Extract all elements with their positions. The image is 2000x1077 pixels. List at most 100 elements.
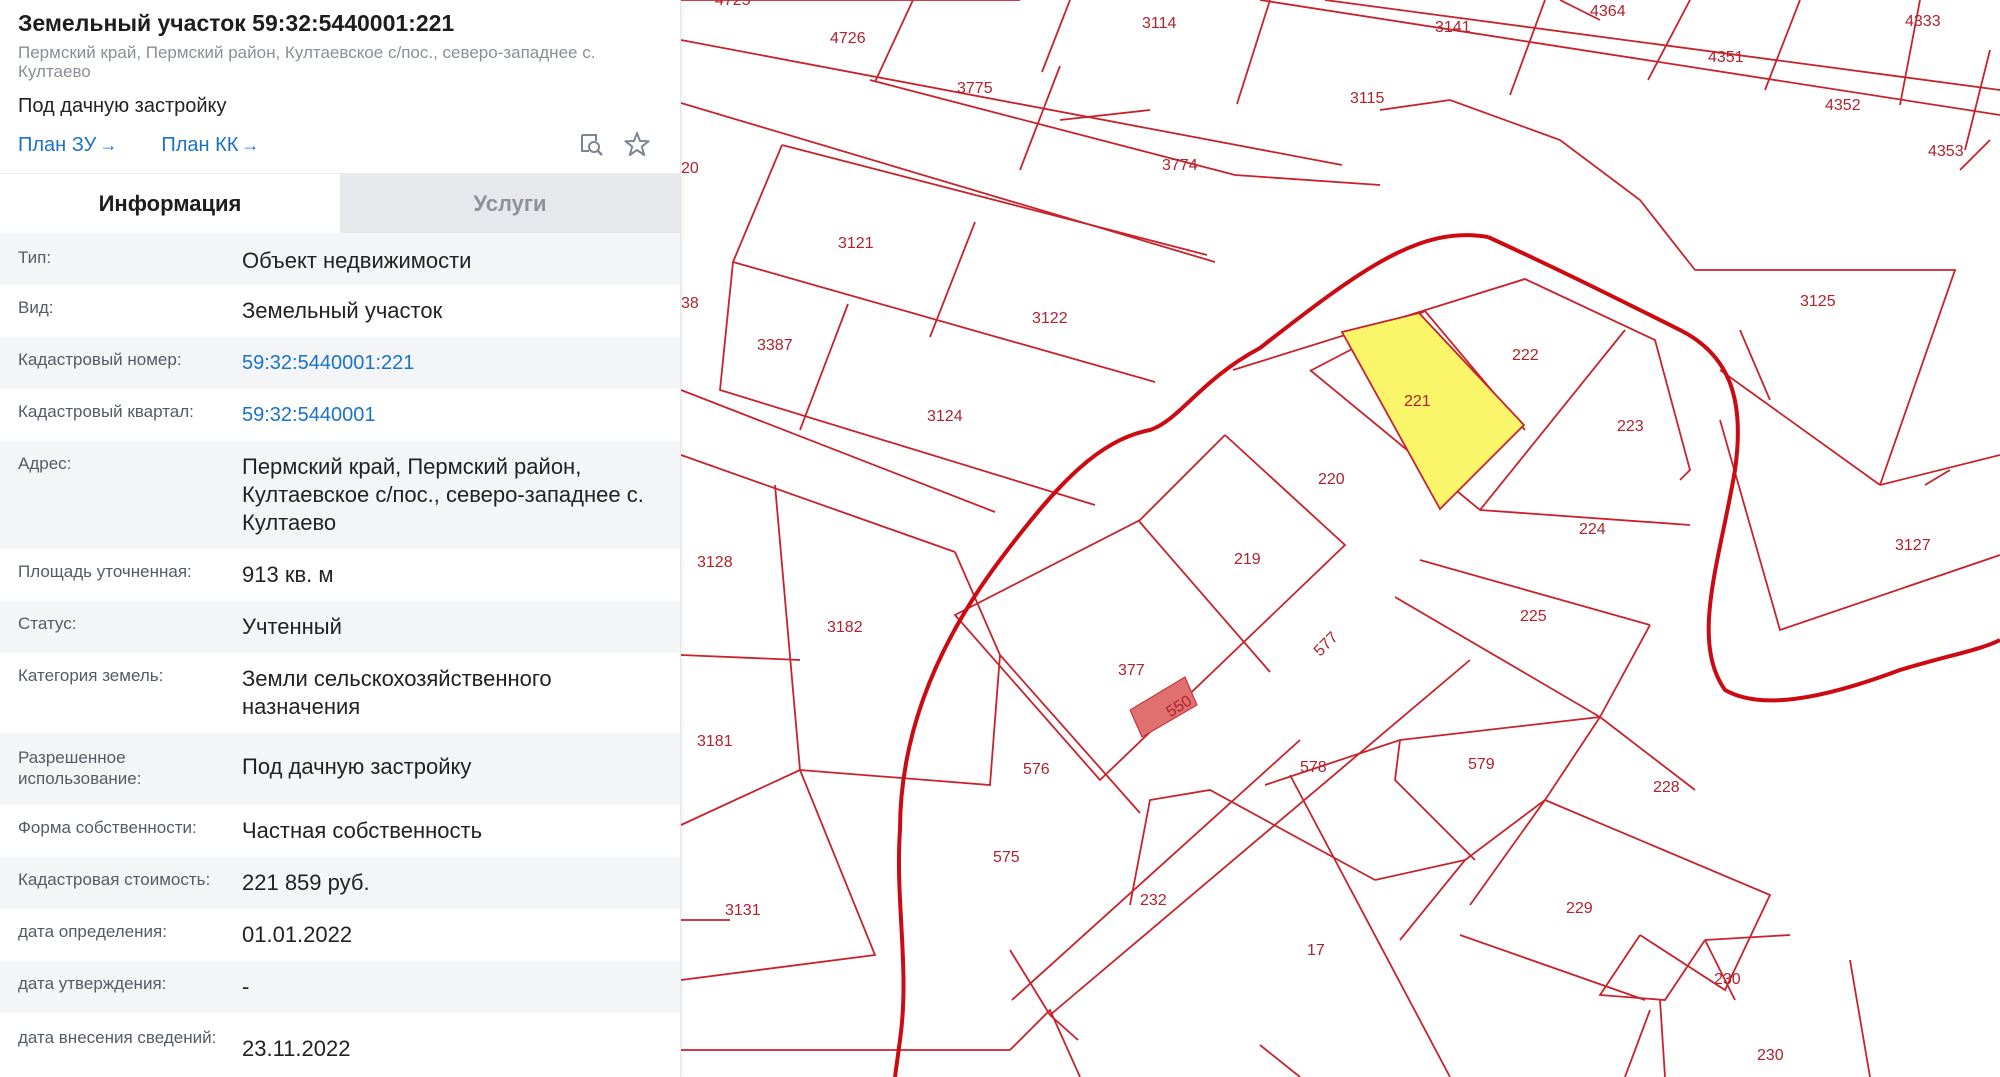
row-value: Учтенный <box>242 614 342 639</box>
svg-text:4353: 4353 <box>1928 143 1964 160</box>
svg-text:223: 223 <box>1617 418 1644 435</box>
row-label: Вид: <box>18 298 54 317</box>
row-area: Площадь уточненная: 913 кв. м <box>0 549 680 601</box>
tab-services[interactable]: Услуги <box>340 174 680 233</box>
row-date-approval: дата утверждения: - <box>0 961 680 1013</box>
svg-text:4351: 4351 <box>1708 49 1744 66</box>
row-status: Статус: Учтенный <box>0 601 680 653</box>
svg-text:577: 577 <box>1311 629 1342 660</box>
row-value: 221 859 руб. <box>242 870 370 895</box>
svg-text:3182: 3182 <box>827 619 863 636</box>
row-permitted-use: Разрешенное использование: Под дачную за… <box>0 733 680 805</box>
favorite-star-icon[interactable] <box>624 131 650 157</box>
row-value: 913 кв. м <box>242 562 334 587</box>
svg-text:4726: 4726 <box>830 30 866 47</box>
svg-text:221: 221 <box>1404 393 1431 410</box>
svg-text:579: 579 <box>1468 756 1495 773</box>
row-value: 01.01.2022 <box>242 922 353 947</box>
svg-text:3141: 3141 <box>1435 19 1471 36</box>
svg-text:4364: 4364 <box>1590 3 1626 20</box>
row-label: Площадь уточненная: <box>18 562 192 581</box>
parcel-lines <box>680 0 2000 1077</box>
selected-parcel-221[interactable] <box>1340 311 1526 511</box>
svg-text:220: 220 <box>1318 471 1345 488</box>
svg-text:4333: 4333 <box>1905 13 1941 30</box>
tab-information[interactable]: Информация <box>0 174 340 233</box>
row-value: Земли сельскохозяйственного назначения <box>242 666 552 719</box>
cadastral-number-link[interactable]: 59:32:5440001:221 <box>242 349 662 377</box>
svg-text:4352: 4352 <box>1825 97 1861 114</box>
row-cadastral-quarter: Кадастровый квартал: 59:32:5440001 <box>0 389 680 441</box>
row-date-entry: дата внесения сведений: 23.11.2022 <box>0 1013 680 1077</box>
info-table: Тип: Объект недвижимости Вид: Земельный … <box>0 233 680 1077</box>
row-label: Форма собственности: <box>18 818 197 837</box>
row-label: Разрешенное использование: <box>18 748 142 788</box>
row-label: дата внесения сведений: <box>18 1028 217 1047</box>
row-label: Статус: <box>18 614 77 633</box>
svg-text:3115: 3115 <box>1350 90 1385 107</box>
row-land-category: Категория земель: Земли сельскохозяйстве… <box>0 653 680 733</box>
row-label: Кадастровый номер: <box>18 350 182 369</box>
row-value: Под дачную застройку <box>242 754 472 779</box>
row-value: Частная собственность <box>242 818 483 843</box>
row-address: Адрес: Пермский край, Пермский район, Ку… <box>0 441 680 549</box>
panel-header: Земельный участок 59:32:5440001:221 Перм… <box>0 0 680 163</box>
svg-text:38: 38 <box>681 295 699 312</box>
svg-text:4725: 4725 <box>715 0 751 9</box>
row-kind: Вид: Земельный участок <box>0 285 680 337</box>
row-label: Тип: <box>18 248 52 267</box>
tab-bar: Информация Услуги <box>0 173 680 233</box>
svg-text:3114: 3114 <box>1142 15 1177 32</box>
row-label: Кадастровый квартал: <box>18 402 194 421</box>
row-date-determination: дата определения: 01.01.2022 <box>0 909 680 961</box>
row-label: дата определения: <box>18 922 167 941</box>
row-cadastral-cost: Кадастровая стоимость: 221 859 руб. <box>0 857 680 909</box>
plan-links: План ЗУ → План КК → <box>18 127 662 163</box>
svg-text:3774: 3774 <box>1162 157 1198 174</box>
row-label: Кадастровая стоимость: <box>18 870 211 889</box>
svg-text:225: 225 <box>1520 608 1547 625</box>
svg-text:3122: 3122 <box>1032 310 1068 327</box>
svg-text:17: 17 <box>1307 942 1325 959</box>
cadastral-quarter-link[interactable]: 59:32:5440001 <box>242 401 662 429</box>
svg-text:578: 578 <box>1300 759 1327 776</box>
svg-text:3124: 3124 <box>927 408 963 425</box>
svg-text:230: 230 <box>1757 1047 1784 1064</box>
row-cadastral-number: Кадастровый номер: 59:32:5440001:221 <box>0 337 680 389</box>
svg-text:228: 228 <box>1653 779 1680 796</box>
row-ownership: Форма собственности: Частная собственнос… <box>0 805 680 857</box>
svg-text:232: 232 <box>1140 892 1167 909</box>
svg-text:3387: 3387 <box>757 337 793 354</box>
svg-text:3121: 3121 <box>838 235 874 252</box>
svg-text:3775: 3775 <box>957 80 993 97</box>
svg-text:224: 224 <box>1579 521 1606 538</box>
arrow-right-icon: → <box>99 134 118 155</box>
plan-zu-link[interactable]: План ЗУ → <box>18 134 117 157</box>
row-value: Пермский край, Пермский район, Култаевск… <box>242 454 644 535</box>
svg-text:229: 229 <box>1566 900 1593 917</box>
boundary-line-east <box>1487 235 2000 703</box>
svg-text:3128: 3128 <box>697 554 733 571</box>
row-value: - <box>242 974 250 999</box>
svg-text:20: 20 <box>681 160 699 177</box>
header-tools <box>578 131 650 157</box>
row-value: Земельный участок <box>242 298 443 323</box>
svg-text:3181: 3181 <box>697 733 733 750</box>
row-label: Адрес: <box>18 454 72 473</box>
zoom-to-object-icon[interactable] <box>578 131 604 157</box>
row-label: дата утверждения: <box>18 974 167 993</box>
row-value: 23.11.2022 <box>242 1036 351 1061</box>
svg-text:3125: 3125 <box>1800 293 1836 310</box>
svg-text:222: 222 <box>1512 347 1539 364</box>
plan-kk-link[interactable]: План КК → <box>161 134 259 157</box>
row-label: Категория земель: <box>18 666 164 685</box>
row-value: Объект недвижимости <box>242 248 472 273</box>
svg-text:3131: 3131 <box>725 902 761 919</box>
header-address: Пермский край, Пермский район, Култаевск… <box>18 43 596 81</box>
row-type: Тип: Объект недвижимости <box>0 233 680 285</box>
svg-text:576: 576 <box>1023 761 1050 778</box>
svg-text:230: 230 <box>1714 971 1741 988</box>
svg-text:575: 575 <box>993 849 1020 866</box>
header-purpose: Под дачную застройку <box>18 95 227 117</box>
plan-zu-label: План ЗУ <box>18 133 97 156</box>
